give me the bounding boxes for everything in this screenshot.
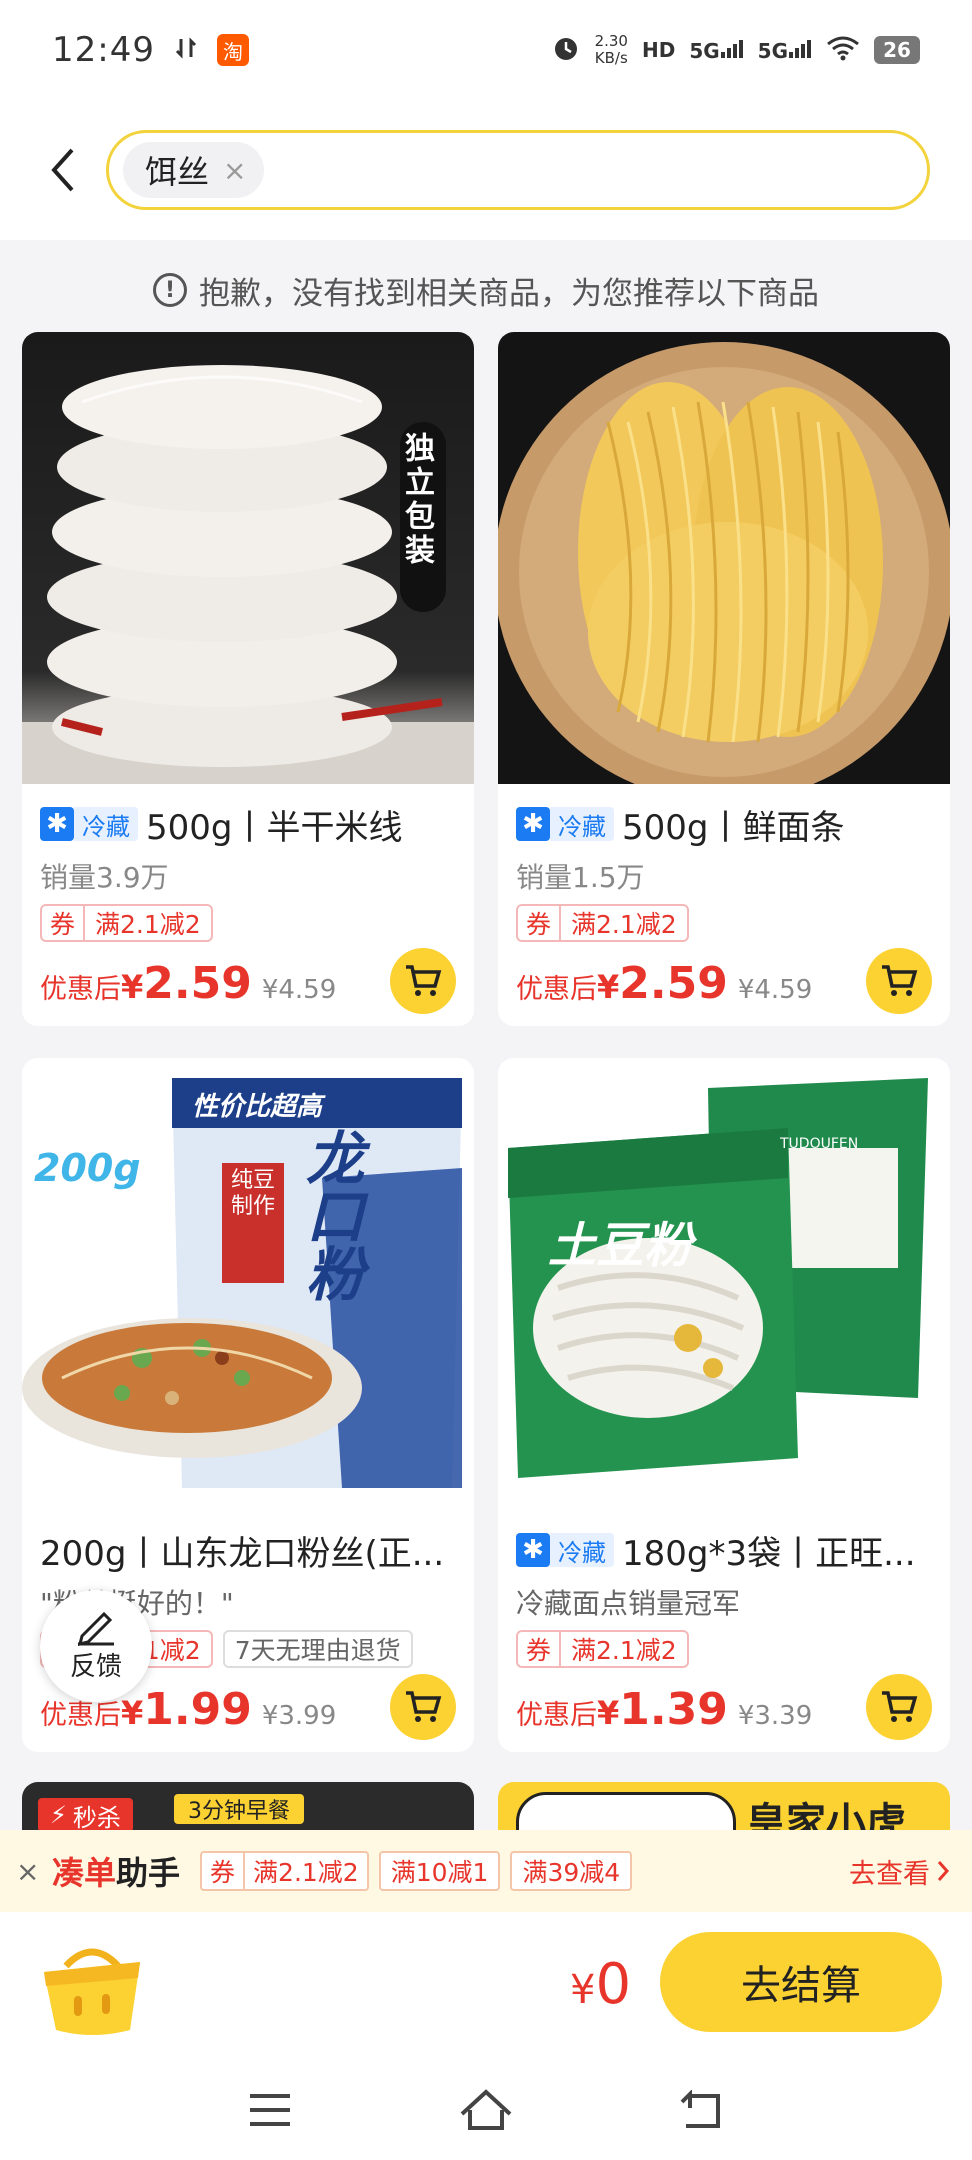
product-title: 180g*3袋丨正旺... <box>622 1533 916 1574</box>
product-card[interactable]: ✱ 冷藏 500g丨鲜面条 销量1.5万 券满2.1减2 优惠后 ¥ 2.59 … <box>498 332 950 1026</box>
brand-label: 土豆粉 <box>548 1218 693 1274</box>
cart-icon <box>406 1691 442 1722</box>
weight-label: 200g <box>34 1146 141 1190</box>
product-card-partial[interactable]: 皇家小虎 <box>498 1782 950 1830</box>
search-keyword-chip[interactable]: 饵丝 × <box>123 142 265 198</box>
ranking-label: 冷藏面点销量冠军 <box>516 1587 741 1620</box>
original-price: ¥3.99 <box>261 1701 337 1731</box>
original-price: ¥4.59 <box>261 975 337 1005</box>
chevron-right-icon <box>937 1861 950 1881</box>
cold-storage-tag: ✱ 冷藏 <box>516 1533 614 1567</box>
shopping-basket-icon[interactable] <box>36 1936 148 2040</box>
add-to-cart-button[interactable] <box>390 1674 456 1740</box>
edit-pencil-icon <box>77 1611 114 1646</box>
wifi-icon <box>826 35 860 66</box>
product-image[interactable] <box>498 332 950 784</box>
product-card[interactable]: 土豆粉 TUDOUFEN ✱ 冷藏 180g*3袋丨正旺... 冷藏面点销量冠军… <box>498 1058 950 1752</box>
return-policy-tag: 7天无理由退货 <box>222 1630 413 1668</box>
add-to-cart-button[interactable] <box>866 1674 932 1740</box>
cold-storage-tag: ✱ 冷藏 <box>516 807 614 841</box>
battery-indicator: 26 <box>874 36 920 64</box>
flash-sale-tag: ⚡ 秒杀 <box>38 1798 133 1830</box>
original-price: ¥3.39 <box>737 1701 813 1731</box>
home-button[interactable] <box>456 2082 516 2138</box>
menu-button[interactable] <box>240 2082 300 2138</box>
hd-icon: HD <box>641 38 676 62</box>
package-label: 独立包装 <box>399 432 434 568</box>
product-image[interactable]: 独立包装 <box>22 332 474 784</box>
side-label: 纯豆制作 <box>230 1168 275 1219</box>
status-bar: 12:49 淘 2.30 KB/s HD 5G 5G 26 <box>0 0 972 100</box>
product-image[interactable]: 200g 性价比超高 纯豆制作 龙口粉 <box>22 1058 474 1510</box>
checkout-button[interactable]: 去结算 <box>660 1932 942 2032</box>
coupon-tag: 券满2.1减2 <box>516 1630 689 1668</box>
search-input[interactable]: 饵丝 × <box>106 130 930 210</box>
original-price: ¥4.59 <box>737 975 813 1005</box>
taobao-notification-icon: 淘 <box>216 34 249 66</box>
order-assistant-bar: × 凑单助手 券满2.1减2 满10减1 满39减4 去查看 <box>0 1830 972 1912</box>
product-card-partial[interactable]: ⚡ 秒杀 3分钟早餐 <box>22 1782 474 1830</box>
cold-storage-tag: ✱ 冷藏 <box>40 807 138 841</box>
product-title: 500g丨鲜面条 <box>622 807 845 848</box>
coupon-tag: 券满2.1减2 <box>516 904 689 942</box>
snowflake-icon: ✱ <box>516 807 550 841</box>
system-nav-bar <box>0 2060 972 2160</box>
mascot-image <box>516 1792 736 1830</box>
info-icon: ! <box>153 273 187 307</box>
cart-icon <box>882 1691 918 1722</box>
signal-5g-icon-2: 5G <box>758 38 812 63</box>
banner-label: 性价比超高 <box>192 1092 323 1122</box>
lightning-icon: ⚡ <box>50 1801 67 1829</box>
back-button[interactable] <box>20 127 106 213</box>
product-image[interactable]: 土豆粉 TUDOUFEN <box>498 1058 950 1510</box>
no-results-notice: ! 抱歉，没有找到相关商品，为您推荐以下商品 <box>0 260 972 320</box>
search-keyword: 饵丝 <box>145 153 210 191</box>
assistant-coupon[interactable]: 满39减4 <box>510 1851 633 1891</box>
sales-count: 销量3.9万 <box>40 861 169 894</box>
add-to-cart-button[interactable] <box>866 948 932 1014</box>
brand-pinyin: TUDOUFEN <box>780 1136 859 1152</box>
data-sync-icon <box>173 30 199 70</box>
product-title: 200g丨山东龙口粉丝(正... <box>40 1533 445 1574</box>
product-title: 500g丨半干米线 <box>146 807 403 848</box>
assistant-title: 凑单助手 <box>52 1854 181 1892</box>
back-nav-button[interactable] <box>672 2082 732 2138</box>
promo-label: 3分钟早餐 <box>174 1794 304 1824</box>
go-see-link[interactable]: 去查看 <box>849 1852 950 1891</box>
add-to-cart-button[interactable] <box>390 948 456 1014</box>
network-speed: 2.30 KB/s <box>594 32 628 67</box>
coupon-tag: 券满2.1减2 <box>40 904 213 942</box>
alarm-icon <box>551 33 581 68</box>
product-card[interactable]: 独立包装 ✱ 冷藏 500g丨半干米线 销量3.9万 券满2.1减2 优惠后 ¥… <box>22 332 474 1026</box>
snowflake-icon: ✱ <box>516 1533 550 1567</box>
clock: 12:49 <box>52 30 155 70</box>
assistant-coupon[interactable]: 券满2.1减2 <box>200 1851 369 1891</box>
search-header: 饵丝 × <box>0 100 972 240</box>
cart-icon <box>882 965 918 996</box>
clear-keyword-icon[interactable]: × <box>223 154 246 187</box>
signal-5g-icon: 5G <box>689 38 743 63</box>
close-assistant-icon[interactable]: × <box>16 1855 52 1888</box>
menu-icon <box>250 2094 290 2126</box>
cart-icon <box>406 965 442 996</box>
home-icon <box>460 2089 512 2130</box>
notice-text: 抱歉，没有找到相关商品，为您推荐以下商品 <box>199 275 819 312</box>
snowflake-icon: ✱ <box>40 807 74 841</box>
brand-label: 龙口粉 <box>296 1128 364 1302</box>
checkout-bar: ¥0 去结算 <box>0 1912 972 2060</box>
chevron-left-icon <box>51 148 74 192</box>
brand-banner: 皇家小虎 <box>746 1800 906 1830</box>
cart-total: ¥0 <box>570 1952 632 2017</box>
assistant-coupon[interactable]: 满10减1 <box>378 1851 501 1891</box>
feedback-button[interactable]: 反馈 <box>40 1590 152 1702</box>
sales-count: 销量1.5万 <box>516 861 645 894</box>
return-icon <box>680 2090 720 2128</box>
